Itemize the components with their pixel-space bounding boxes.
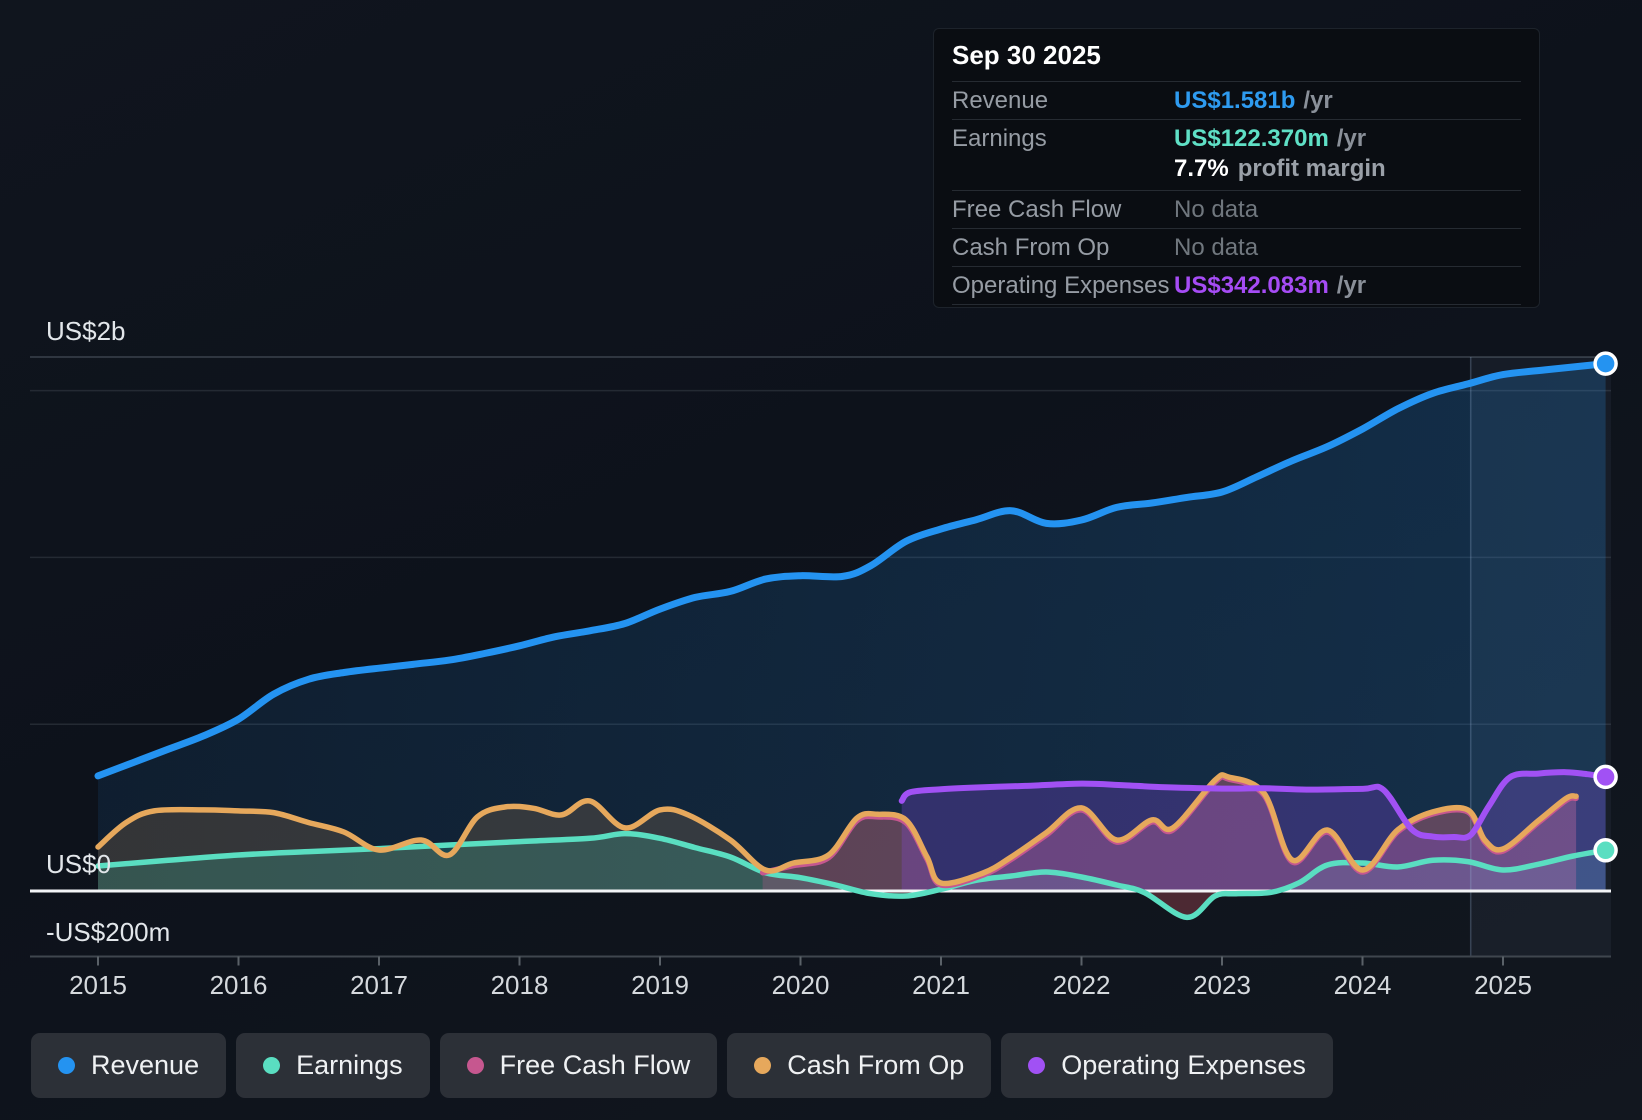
legend-item-operating-expenses[interactable]: Operating Expenses bbox=[1001, 1033, 1333, 1098]
tooltip-value-suffix: /yr bbox=[1303, 86, 1333, 114]
y-axis-label-neg: -US$200m bbox=[46, 917, 171, 947]
legend-item-revenue[interactable]: Revenue bbox=[31, 1033, 227, 1098]
tooltip-value-fcf: No data bbox=[1174, 195, 1259, 223]
tooltip-value-cashop: No data bbox=[1174, 233, 1259, 261]
x-tick-label: 2022 bbox=[1052, 970, 1111, 1000]
x-tick-label: 2021 bbox=[912, 970, 970, 1000]
y-axis-label-zero: US$0 bbox=[46, 849, 112, 879]
x-tick-label: 2025 bbox=[1474, 970, 1532, 1000]
tooltip-panel: Sep 30 2025 Revenue US$1.581b /yr Earnin… bbox=[933, 28, 1540, 308]
x-tick-label: 2015 bbox=[69, 970, 127, 1000]
free-cash-flow-dot-icon bbox=[466, 1057, 484, 1074]
tooltip-label: Earnings bbox=[952, 125, 1047, 152]
x-tick-label: 2023 bbox=[1193, 970, 1251, 1000]
legend-label: Revenue bbox=[91, 1050, 200, 1080]
tooltip-label: Free Cash Flow bbox=[952, 195, 1122, 223]
legend-label: Cash From Op bbox=[787, 1050, 965, 1080]
cash-from-op-dot-icon bbox=[754, 1057, 772, 1074]
tooltip-row-free-cash-flow: Free Cash Flow No data bbox=[952, 191, 1521, 229]
profit-margin-label: profit margin bbox=[1237, 155, 1386, 182]
y-axis-label-top: US$2b bbox=[46, 316, 126, 346]
tooltip-row-cash-from-op: Cash From Op No data bbox=[952, 229, 1521, 267]
revenue-dot-icon bbox=[58, 1057, 75, 1074]
tooltip-row-operating-expenses: Operating Expenses US$342.083m /yr bbox=[952, 267, 1521, 305]
tooltip-row-earnings: Earnings US$122.370m /yr 7.7% profit mar… bbox=[952, 120, 1521, 191]
tooltip-value-revenue: US$1.581b bbox=[1174, 86, 1296, 114]
earnings-dot-icon bbox=[263, 1057, 281, 1074]
x-tick-label: 2024 bbox=[1333, 970, 1392, 1000]
tooltip-label: Revenue bbox=[952, 86, 1049, 114]
x-tick-label: 2020 bbox=[771, 970, 830, 1000]
tooltip-value-suffix: /yr bbox=[1336, 125, 1367, 152]
tooltip-value-opex: US$342.083m bbox=[1174, 271, 1329, 299]
tooltip-label: Operating Expenses bbox=[952, 271, 1170, 299]
x-tick-label: 2019 bbox=[631, 970, 689, 1000]
tooltip-label: Cash From Op bbox=[952, 233, 1110, 261]
profit-margin-percent: 7.7% bbox=[1174, 155, 1229, 182]
legend-label: Earnings bbox=[296, 1050, 403, 1080]
legend-item-earnings[interactable]: Earnings bbox=[236, 1033, 430, 1098]
x-tick-label: 2018 bbox=[490, 970, 549, 1000]
legend-item-cash-from-op[interactable]: Cash From Op bbox=[727, 1033, 992, 1098]
operating-expenses-dot-icon bbox=[1028, 1057, 1046, 1074]
x-tick-label: 2017 bbox=[350, 970, 408, 1000]
legend-item-free-cash-flow[interactable]: Free Cash Flow bbox=[439, 1033, 718, 1098]
tooltip-date: Sep 30 2025 bbox=[952, 29, 1521, 82]
x-tick-label: 2016 bbox=[209, 970, 268, 1000]
legend-label: Operating Expenses bbox=[1061, 1050, 1306, 1080]
tooltip-row-revenue: Revenue US$1.581b /yr bbox=[952, 82, 1521, 120]
tooltip-value-earnings: US$122.370m bbox=[1174, 125, 1329, 152]
legend-label: Free Cash Flow bbox=[499, 1050, 691, 1080]
chart-legend: Revenue Earnings Free Cash Flow Cash Fro… bbox=[31, 1033, 1333, 1098]
tooltip-value-suffix: /yr bbox=[1336, 271, 1367, 299]
